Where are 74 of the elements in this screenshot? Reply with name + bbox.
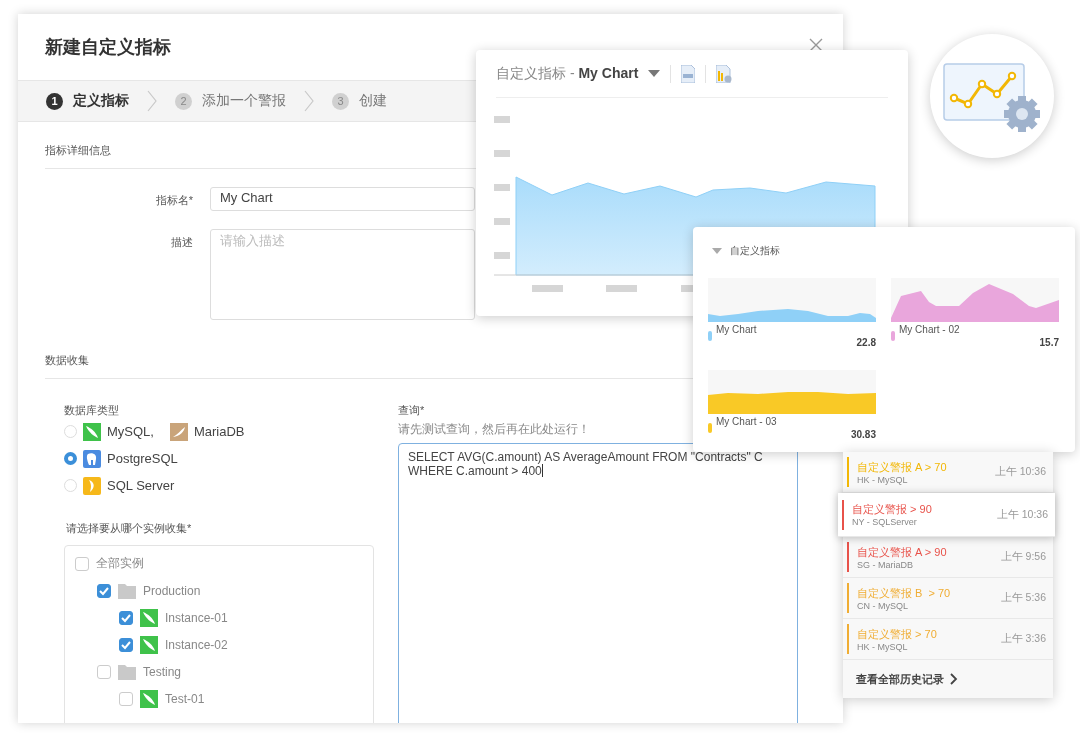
close-icon[interactable] xyxy=(809,38,823,52)
field-label: 指标名* xyxy=(154,193,193,208)
alert-source: HK - MySQL xyxy=(857,641,909,652)
alert-title: 自定义警报 B > 70 xyxy=(857,585,952,601)
step-tab[interactable]: 2 添加一个警报 xyxy=(175,92,286,110)
tree-item-label: Testing xyxy=(143,664,182,679)
alert-source: HK - MySQL xyxy=(857,474,909,485)
caret-icon[interactable] xyxy=(648,69,661,78)
chart-name: My Chart - 03 xyxy=(716,416,778,427)
checkbox[interactable] xyxy=(97,583,111,598)
query-hint: 请先测试查询，然后再在此处运行！ xyxy=(398,422,590,437)
database-option-label: MySQL, xyxy=(107,424,154,439)
alert-time: 上午 9:56 xyxy=(1000,550,1046,564)
chevron-icon xyxy=(304,90,314,112)
step-tab[interactable]: 3 创建 xyxy=(332,92,387,110)
chart-title: 自定义指标 - My Chart xyxy=(496,64,639,83)
alert-source: CN - MySQL xyxy=(857,600,909,611)
folder-icon xyxy=(118,582,136,599)
alert-item[interactable]: 自定义警报 > 90 NY - SQLServer 上午 10:36 xyxy=(838,493,1055,537)
chevron-icon xyxy=(950,673,958,685)
text-cursor xyxy=(541,464,543,477)
step-tab[interactable]: 1 定义指标 xyxy=(46,92,129,110)
panel-title: 自定义指标 xyxy=(730,244,780,258)
axis-tick-placeholder xyxy=(494,184,510,191)
chart-name: My Chart xyxy=(716,324,758,335)
axis-tick-placeholder xyxy=(606,285,637,292)
collapse-triangle-icon[interactable] xyxy=(712,247,722,255)
checkbox[interactable] xyxy=(97,664,111,679)
field-label: 数据库类型 xyxy=(64,403,120,418)
checkbox[interactable] xyxy=(75,556,89,571)
field-label: 查询* xyxy=(398,403,426,418)
name-field[interactable]: My Chart xyxy=(210,187,475,211)
database-option-label: SQL Server xyxy=(107,478,175,493)
alert-title: 自定义警报 > 90 xyxy=(852,502,933,517)
checkbox[interactable] xyxy=(119,610,133,625)
axis-tick-placeholder xyxy=(494,218,510,225)
tree-item-label: Test-01 xyxy=(165,691,205,706)
alert-title: 自定义警报 A > 70 xyxy=(857,459,948,475)
dialog-title: 新建自定义指标 xyxy=(45,36,171,59)
chart-name: My Chart - 02 xyxy=(899,324,961,335)
alert-item[interactable]: 自定义警报 > 70 HK - MySQL 上午 3:36 xyxy=(843,619,1053,660)
pdf-file-icon[interactable] xyxy=(681,64,696,83)
alert-item[interactable]: 自定义警报 A > 90 SG - MariaDB 上午 9:56 xyxy=(843,537,1053,578)
alert-time: 上午 10:36 xyxy=(994,465,1046,479)
alert-title: 自定义警报 > 70 xyxy=(857,626,938,642)
tree-item-label: Production xyxy=(143,583,201,598)
alert-time: 上午 5:36 xyxy=(1000,591,1046,605)
chart-value: 30.83 xyxy=(850,429,876,440)
checkbox[interactable] xyxy=(119,637,133,652)
chart-value: 15.7 xyxy=(1039,337,1059,348)
bar-chart-file-icon[interactable] xyxy=(716,64,733,83)
alert-time: 上午 10:36 xyxy=(996,507,1048,522)
alert-item[interactable]: 自定义警报 B > 70 CN - MySQL 上午 5:36 xyxy=(843,578,1053,619)
alert-source: SG - MariaDB xyxy=(857,559,914,570)
history-link[interactable]: 查看全部历史记录 xyxy=(843,660,1053,698)
folder-icon xyxy=(118,663,136,680)
chart-value: 22.8 xyxy=(856,337,876,348)
alert-source: NY - SQLServer xyxy=(852,517,918,527)
tree-item-label: 全部实例 xyxy=(96,555,144,572)
alert-title: 自定义警报 A > 90 xyxy=(857,544,948,560)
database-option-label: PostgreSQL xyxy=(107,451,178,466)
alert-time: 上午 3:36 xyxy=(1000,632,1046,646)
tree-item-label: Instance-02 xyxy=(165,637,228,652)
checkbox[interactable] xyxy=(119,691,133,706)
radio-button[interactable] xyxy=(64,452,77,465)
axis-tick-placeholder xyxy=(532,285,563,292)
tree-item-label: Instance-01 xyxy=(165,610,228,625)
chevron-icon xyxy=(147,90,157,112)
axis-tick-placeholder xyxy=(494,116,510,123)
field-label: 请选择要从哪个实例收集* xyxy=(65,521,193,536)
axis-tick-placeholder xyxy=(494,150,510,157)
axis-tick-placeholder xyxy=(494,252,510,259)
database-option-label: MariaDB xyxy=(193,424,245,439)
field-label: 描述 xyxy=(170,235,193,250)
